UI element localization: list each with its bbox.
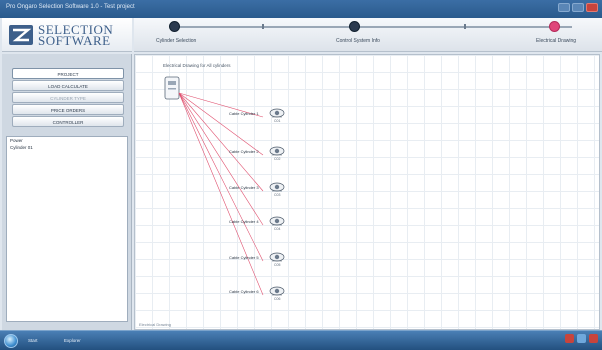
brand-logo: SELECTION SOFTWARE <box>2 18 132 52</box>
tab-price-orders[interactable]: PRICE ORDERS <box>12 104 124 115</box>
node-sub-5: C05 <box>274 263 281 267</box>
cylinder-icon-6[interactable] <box>269 286 285 296</box>
step-dot-0[interactable] <box>169 21 180 32</box>
cylinder-icon-3[interactable] <box>269 182 285 192</box>
wire-5 <box>178 92 264 262</box>
window-titlebar: Pro Ongaro Selection Software 1.0 - Test… <box>0 0 602 18</box>
step-track <box>174 26 572 28</box>
os-taskbar: Start Explorer <box>0 330 602 350</box>
maximize-button[interactable] <box>572 3 584 12</box>
tab-project[interactable]: PROJECT <box>12 68 124 79</box>
device-icon[interactable] <box>164 76 180 100</box>
taskbar-item-1[interactable]: Explorer <box>60 335 85 347</box>
wiring-diagram <box>164 76 285 296</box>
window-controls <box>558 3 598 12</box>
step-dot-2[interactable] <box>349 21 360 32</box>
tray-icon-2[interactable] <box>589 334 598 343</box>
wizard-step-bar: Cylinder Selection Control System Info Ele… <box>134 18 602 52</box>
node-sub-2: C02 <box>274 157 281 161</box>
node-sub-6: C06 <box>274 297 281 301</box>
node-sub-1: C01 <box>274 119 281 123</box>
step-label-0: Cylinder Selection <box>156 38 197 44</box>
step-label-2: Control System Info <box>336 38 380 44</box>
minimize-button[interactable] <box>558 3 570 12</box>
tab-controller[interactable]: CONTROLLER <box>12 116 124 127</box>
node-label-2: Cable Cylinder 2 <box>229 149 259 154</box>
taskbar-item-0[interactable]: Start <box>24 335 42 347</box>
tree-item-1[interactable]: Cylinder 01 <box>7 144 127 151</box>
start-button[interactable] <box>4 334 18 348</box>
logo-line-2: SOFTWARE <box>38 32 111 48</box>
wire-6 <box>178 92 264 296</box>
close-button[interactable] <box>586 3 598 12</box>
cylinder-icon-2[interactable] <box>269 146 285 156</box>
project-tabs: PROJECT LOAD CALCULATE CYLINDER TYPE PRICE … <box>12 68 124 128</box>
node-label-1: Cable Cylinder 1 <box>229 111 259 116</box>
step-tick-3 <box>464 24 466 29</box>
cylinder-icon-4[interactable] <box>269 216 285 226</box>
cylinder-icon-1[interactable] <box>269 108 285 118</box>
node-label-4: Cable Cylinder 4 <box>229 219 259 224</box>
tab-load-calculate[interactable]: LOAD CALCULATE <box>12 80 124 91</box>
tray-icon-0[interactable] <box>565 334 574 343</box>
node-label-3: Cable Cylinder 3 <box>229 185 259 190</box>
window-title: Pro Ongaro Selection Software 1.0 - Test… <box>6 4 135 10</box>
node-sub-3: C03 <box>274 193 281 197</box>
step-label-4: Electrical Drawing <box>536 38 577 44</box>
project-tree[interactable]: Power Cylinder 01 <box>6 136 128 322</box>
step-tick-1 <box>262 24 264 29</box>
node-label-6: Cable Cylinder 6 <box>229 289 259 294</box>
system-tray <box>565 334 598 343</box>
cylinder-icon-5[interactable] <box>269 252 285 262</box>
left-panel: PROJECT LOAD CALCULATE CYLINDER TYPE PRICE … <box>2 54 132 330</box>
wire-3 <box>178 92 264 192</box>
tab-cylinder-type[interactable]: CYLINDER TYPE <box>12 92 124 103</box>
logo-text: SELECTION SOFTWARE <box>38 23 113 48</box>
app-window: SELECTION SOFTWARE Cylinder Selection Con… <box>0 18 602 330</box>
node-label-5: Cable Cylinder 5 <box>229 255 259 260</box>
step-dot-4[interactable] <box>549 21 560 32</box>
canvas-footer: Electrical Drawing <box>139 322 172 327</box>
node-sub-4: C04 <box>274 227 281 231</box>
drawing-canvas[interactable]: Electrical Drawing for All cylinders Ele… <box>134 54 600 330</box>
tray-icon-1[interactable] <box>577 334 586 343</box>
logo-icon <box>8 22 34 48</box>
tree-item-0[interactable]: Power <box>7 137 127 144</box>
